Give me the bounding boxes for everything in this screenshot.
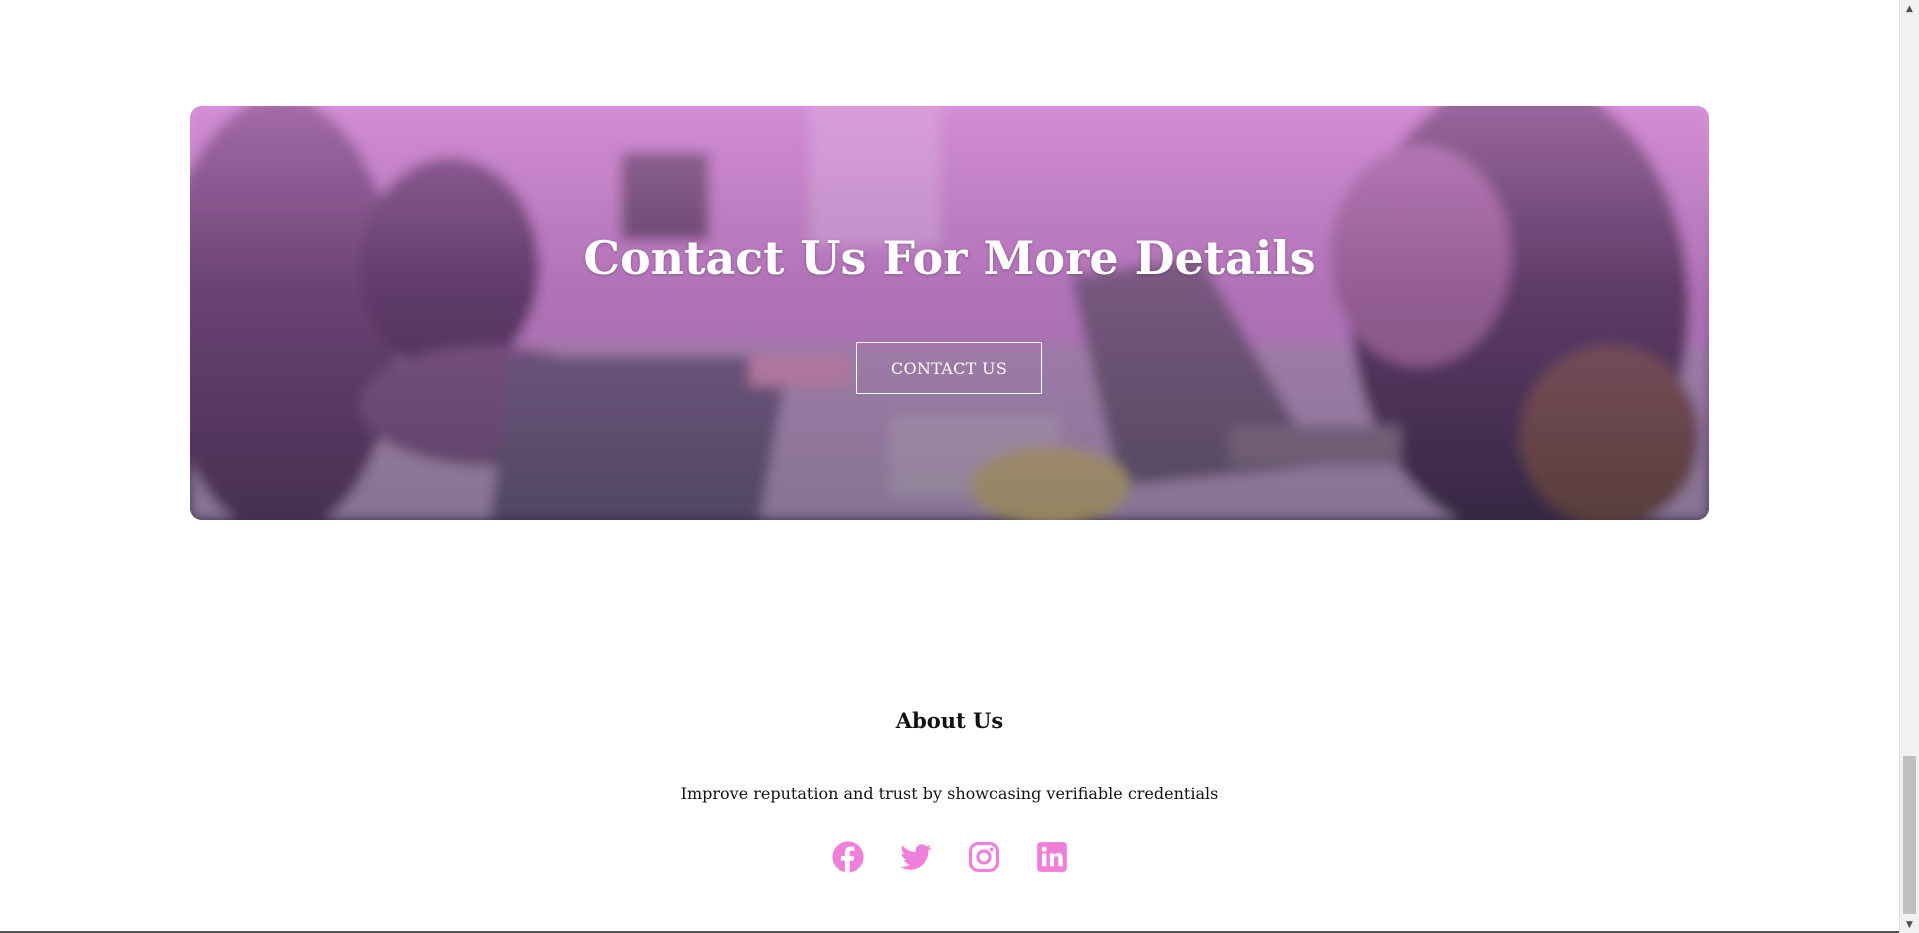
instagram-icon: [968, 841, 999, 873]
instagram-link[interactable]: [967, 840, 1001, 874]
linkedin-link[interactable]: [1035, 840, 1069, 874]
contact-us-button[interactable]: CONTACT US: [856, 342, 1042, 394]
social-links: [0, 840, 1899, 874]
page: Contact Us For More Details CONTACT US A…: [0, 0, 1899, 933]
banner-overlay: [190, 106, 1709, 520]
twitter-icon: [899, 844, 932, 870]
facebook-icon: [831, 841, 864, 873]
twitter-link[interactable]: [899, 840, 933, 874]
banner-title: Contact Us For More Details: [583, 231, 1316, 285]
facebook-link[interactable]: [831, 840, 865, 874]
about-us-text: Improve reputation and trust by showcasi…: [680, 784, 1219, 803]
contact-banner: Contact Us For More Details CONTACT US: [190, 106, 1709, 520]
scroll-thumb[interactable]: [1903, 756, 1916, 914]
browser-viewport: Contact Us For More Details CONTACT US A…: [0, 0, 1919, 933]
about-us-title: About Us: [895, 708, 1004, 733]
scroll-up-arrow[interactable]: ▲: [1900, 0, 1919, 17]
vertical-scrollbar[interactable]: ▲ ▼: [1899, 0, 1919, 933]
scroll-down-arrow[interactable]: ▼: [1900, 916, 1919, 933]
linkedin-icon: [1036, 842, 1067, 872]
